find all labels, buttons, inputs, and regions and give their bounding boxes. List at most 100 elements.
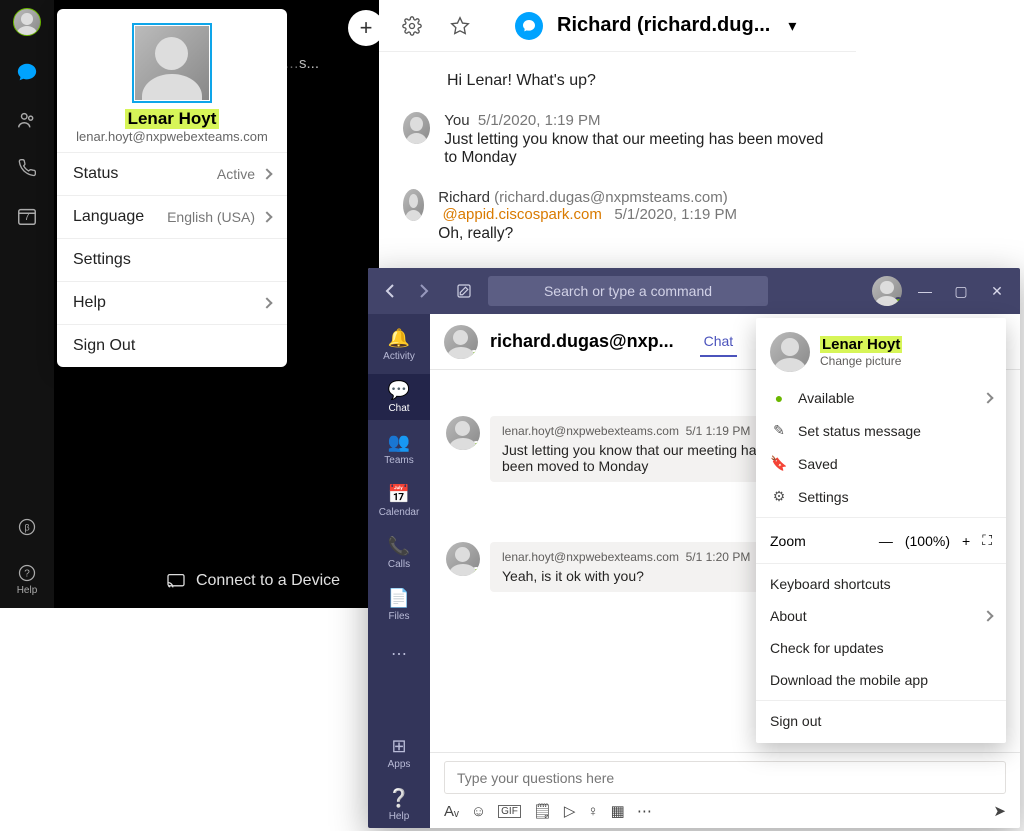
conversation-title: Richard (richard.dug... — [557, 14, 770, 37]
rail-chat[interactable]: 💬Chat — [368, 374, 430, 420]
forward-button[interactable] — [412, 279, 436, 303]
teams-icon[interactable] — [15, 108, 39, 132]
greeting-text: Hi Lenar! What's up? — [447, 72, 832, 90]
webex-profile-popover: Lenar Hoyt lenar.hoyt@nxpwebexteams.com … — [57, 9, 287, 367]
send-button[interactable]: ➤ — [993, 802, 1006, 820]
teams-rail: 🔔Activity 💬Chat 👥Teams 📅Calendar 📞Calls … — [368, 314, 430, 828]
avatar-icon[interactable] — [13, 8, 41, 36]
rail-apps[interactable]: ⊞Apps — [368, 730, 430, 776]
contact-avatar[interactable] — [444, 325, 478, 359]
svg-text:β: β — [24, 522, 29, 532]
gear-icon[interactable] — [395, 9, 429, 43]
profile-avatar[interactable] — [872, 276, 902, 306]
msg-sender: Richard — [438, 189, 490, 206]
status-label: Available — [798, 390, 855, 406]
download-row[interactable]: Download the mobile app — [756, 664, 1006, 696]
keyboard-row[interactable]: Keyboard shortcuts — [756, 568, 1006, 600]
signout-row[interactable]: Sign Out — [57, 324, 287, 367]
updates-row[interactable]: Check for updates — [756, 632, 1006, 664]
gear-icon: ⚙ — [770, 488, 788, 505]
download-label: Download the mobile app — [770, 672, 928, 688]
attach-icon[interactable]: ▷ — [564, 802, 576, 820]
language-value: English (USA) — [167, 209, 255, 225]
set-status-row[interactable]: ✎ Set status message — [756, 414, 1006, 447]
chevron-right-icon — [261, 211, 272, 222]
change-picture[interactable]: Change picture — [820, 354, 902, 368]
rail-label: Chat — [388, 403, 409, 414]
rail-more[interactable]: ⋯ — [368, 638, 430, 670]
rail-teams[interactable]: 👥 Teams — [368, 426, 430, 472]
help-label: Help — [73, 294, 106, 312]
calendar-day: 7 — [15, 212, 39, 223]
msg-text: Yeah, is it ok with you? — [502, 568, 750, 584]
plus-icon: + — [360, 15, 373, 41]
more-icon[interactable]: ⋯ — [637, 802, 652, 820]
status-label: Status — [73, 165, 118, 183]
msg-mention[interactable]: @appid.ciscospark.com — [442, 206, 601, 223]
beta-icon[interactable]: β — [15, 515, 39, 539]
connect-label: Connect to a Device — [196, 572, 340, 590]
zoom-in-button[interactable]: + — [962, 533, 970, 549]
stream-icon[interactable]: ♀ — [587, 803, 598, 820]
back-button[interactable] — [378, 279, 402, 303]
teams-icon: 👥 — [368, 432, 430, 453]
message-input[interactable]: Type your questions here — [444, 761, 1006, 794]
rail-calls[interactable]: 📞Calls — [368, 530, 430, 576]
saved-row[interactable]: 🔖 Saved — [756, 447, 1006, 480]
profile-avatar[interactable] — [770, 332, 810, 372]
rail-calendar[interactable]: 📅Calendar — [368, 478, 430, 524]
msg-email: lenar.hoyt@nxpwebexteams.com — [502, 424, 679, 438]
avatar-icon — [446, 542, 480, 576]
about-row[interactable]: About — [756, 600, 1006, 632]
rail-activity[interactable]: 🔔Activity — [368, 322, 430, 368]
signout-row[interactable]: Sign out — [756, 705, 1006, 743]
settings-row[interactable]: ⚙ Settings — [756, 480, 1006, 513]
minimize-button[interactable]: — — [912, 278, 938, 304]
close-button[interactable]: ✕ — [984, 278, 1010, 304]
chevron-down-icon[interactable]: ▾ — [788, 16, 796, 36]
msg-email: (richard.dugas@nxpmsteams.com) — [494, 189, 728, 206]
profile-avatar[interactable] — [132, 23, 212, 103]
status-row[interactable]: Status Active — [57, 152, 287, 195]
gif-icon[interactable]: GIF — [498, 805, 521, 818]
calendar-icon[interactable]: 7 — [15, 204, 39, 228]
rail-label: Teams — [384, 455, 413, 466]
search-input[interactable]: Search or type a command — [488, 276, 768, 306]
chevron-right-icon — [982, 392, 993, 403]
emoji-icon[interactable]: ☺ — [471, 803, 486, 820]
star-icon[interactable] — [443, 9, 477, 43]
chat-icon[interactable] — [15, 60, 39, 84]
rail-label: Help — [389, 811, 410, 822]
message-row: Richard (richard.dugas@nxpmsteams.com) @… — [403, 189, 832, 243]
bell-icon: 🔔 — [368, 328, 430, 349]
connect-device[interactable]: Connect to a Device — [146, 564, 360, 598]
zoom-out-button[interactable]: — — [879, 533, 893, 549]
language-row[interactable]: Language English (USA) — [57, 195, 287, 238]
meet-icon[interactable]: ▦ — [611, 802, 625, 820]
search-placeholder: Search or type a command — [544, 283, 712, 299]
updates-label: Check for updates — [770, 640, 884, 656]
fullscreen-icon[interactable]: ⛶ — [982, 532, 992, 549]
help-row[interactable]: Help — [57, 281, 287, 324]
calls-icon[interactable] — [15, 156, 39, 180]
profile-name: Lenar Hoyt — [125, 109, 220, 129]
tab-chat[interactable]: Chat — [700, 327, 738, 357]
settings-row[interactable]: Settings — [57, 238, 287, 281]
input-placeholder: Type your questions here — [457, 770, 614, 786]
rail-files[interactable]: 📄Files — [368, 582, 430, 628]
separator — [756, 563, 1006, 564]
maximize-button[interactable]: ▢ — [948, 278, 974, 304]
rail-help[interactable]: ❔Help — [368, 782, 430, 828]
rail-label: Apps — [388, 759, 411, 770]
format-icon[interactable]: Aᵥ — [444, 803, 459, 820]
conversation-body: Hi Lenar! What's up? You 5/1/2020, 1:19 … — [379, 52, 856, 285]
msg-text: Oh, really? — [438, 225, 832, 243]
msg-timestamp: 5/1 1:20 PM — [686, 550, 751, 564]
status-row[interactable]: ● Available — [756, 382, 1006, 414]
chevron-right-icon — [982, 610, 993, 621]
help-icon[interactable]: ? Help — [17, 563, 38, 596]
phone-icon: 📞 — [368, 536, 430, 557]
compose-button[interactable] — [450, 277, 478, 305]
sticker-icon[interactable]: 🗒 — [533, 802, 552, 820]
chevron-right-icon — [261, 168, 272, 179]
